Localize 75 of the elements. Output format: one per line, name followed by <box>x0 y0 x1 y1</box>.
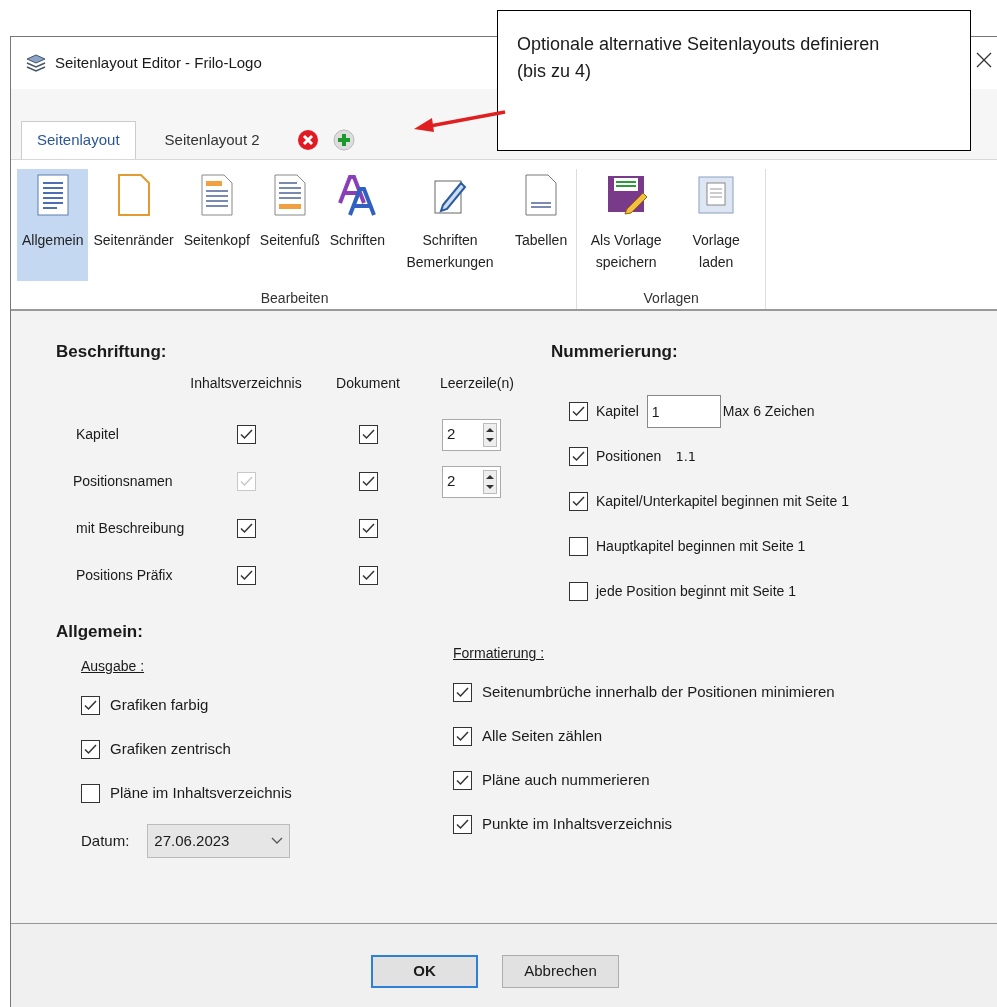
checkbox[interactable] <box>358 472 378 491</box>
checkbox[interactable] <box>569 582 588 601</box>
ok-button[interactable]: OK <box>371 955 478 988</box>
row-label: Positions Präfix <box>75 566 174 585</box>
checkbox[interactable] <box>236 519 256 538</box>
checkbox[interactable] <box>358 425 378 444</box>
delete-icon[interactable] <box>296 129 319 151</box>
window-title: Seitenlayout Editor - Frilo-Logo <box>55 52 262 73</box>
group-label: Bearbeiten <box>259 289 330 308</box>
checkbox[interactable] <box>453 726 472 746</box>
checkbox[interactable] <box>453 770 472 790</box>
ribbon-button[interactable]: Vorlage laden <box>671 169 762 281</box>
row-label: Positionsnamen <box>72 472 174 491</box>
checkbox-label[interactable]: Pläne auch nummerieren <box>482 768 650 792</box>
checkbox[interactable] <box>358 566 378 585</box>
checkbox[interactable] <box>453 682 472 702</box>
checkbox[interactable] <box>81 739 100 759</box>
ribbon-button[interactable]: Tabellen <box>510 169 573 281</box>
checkbox-label[interactable]: Alle Seiten zählen <box>482 724 603 748</box>
ribbon-button[interactable]: Schriften <box>324 169 390 281</box>
spin-arrows-icon[interactable] <box>483 422 497 447</box>
checkbox-label[interactable]: Pläne im Inhaltsverzeichnis <box>110 781 292 805</box>
field-label: Datum: <box>81 830 130 851</box>
row-label: mit Beschreibung <box>75 519 186 538</box>
checkbox-label[interactable]: Punkte im Inhaltsverzeichnis <box>482 812 673 836</box>
tab[interactable]: Seitenlayout <box>21 121 136 159</box>
ribbon-button[interactable]: Seitenränder <box>88 169 179 281</box>
subheading: Formatierung : <box>453 644 546 663</box>
ribbon-button[interactable]: Allgemein <box>17 169 89 281</box>
group-label: Vorlagen <box>642 289 700 308</box>
checkbox-label[interactable]: Kapitel <box>596 401 639 422</box>
close-icon[interactable] <box>976 52 992 68</box>
callout-text: Optionale alternative Seitenlayouts definieren (bis zu 4) <box>517 33 881 83</box>
app-icon <box>25 53 47 73</box>
checkbox[interactable] <box>569 537 588 556</box>
checkbox[interactable] <box>236 425 256 444</box>
ribbon-button[interactable]: Seitenkopf <box>178 169 255 281</box>
checkbox-label[interactable]: jede Position beginnt mit Seite 1 <box>596 581 796 602</box>
checkbox-label[interactable]: Hauptkapitel beginnen mit Seite 1 <box>596 536 806 557</box>
checkbox-label[interactable]: Grafiken zentrisch <box>110 737 231 761</box>
checkbox-label[interactable]: Kapitel/Unterkapitel beginnen mit Seite 1 <box>596 491 849 512</box>
section-heading: Nummerierung: <box>551 341 679 363</box>
hint-text: Max 6 Zeichen <box>722 402 815 421</box>
column-header: Leerzeile(n) <box>440 375 514 391</box>
checkbox[interactable] <box>81 783 100 803</box>
spin-box[interactable]: 2 <box>442 418 501 451</box>
checkbox[interactable] <box>453 814 472 834</box>
section-heading: Beschriftung: <box>56 341 168 363</box>
date-dropdown[interactable]: 27.06.2023 <box>147 824 291 858</box>
tab[interactable]: Seitenlayout 2 <box>149 121 275 159</box>
checkbox-label[interactable]: Positionen <box>596 446 662 467</box>
row-label: Kapitel <box>75 425 120 444</box>
ribbon-button[interactable]: Schriften Bemerkungen <box>390 169 510 281</box>
cancel-button[interactable]: Abbrechen <box>502 955 619 988</box>
ribbon-button[interactable]: Seitenfuß <box>254 169 325 281</box>
checkbox-label[interactable]: Seitenumbrüche innerhalb der Positionen minimieren <box>482 680 835 704</box>
checkbox[interactable] <box>569 402 588 421</box>
column-header: Inhaltsverzeichnis <box>190 374 302 393</box>
add-icon[interactable] <box>332 129 355 151</box>
checkbox[interactable] <box>81 695 100 715</box>
spin-box[interactable]: 2 <box>442 465 501 498</box>
floppy-disk-icon <box>605 173 648 217</box>
checkbox-label[interactable]: Grafiken farbig <box>110 693 209 717</box>
text-field[interactable]: 1 <box>646 395 721 428</box>
ribbon-button[interactable]: Als Vorlage speichern <box>581 169 672 281</box>
checkbox[interactable] <box>569 447 588 466</box>
chevron-down-icon <box>271 837 284 845</box>
checkbox[interactable] <box>569 492 588 511</box>
section-heading: Allgemein: <box>56 621 144 643</box>
font-icon <box>336 173 379 217</box>
checkbox[interactable] <box>236 566 256 585</box>
column-header: Dokument <box>336 374 400 393</box>
spin-arrows-icon[interactable] <box>483 469 497 494</box>
example-text: 1.1 <box>675 447 697 466</box>
checkbox[interactable] <box>358 519 378 538</box>
